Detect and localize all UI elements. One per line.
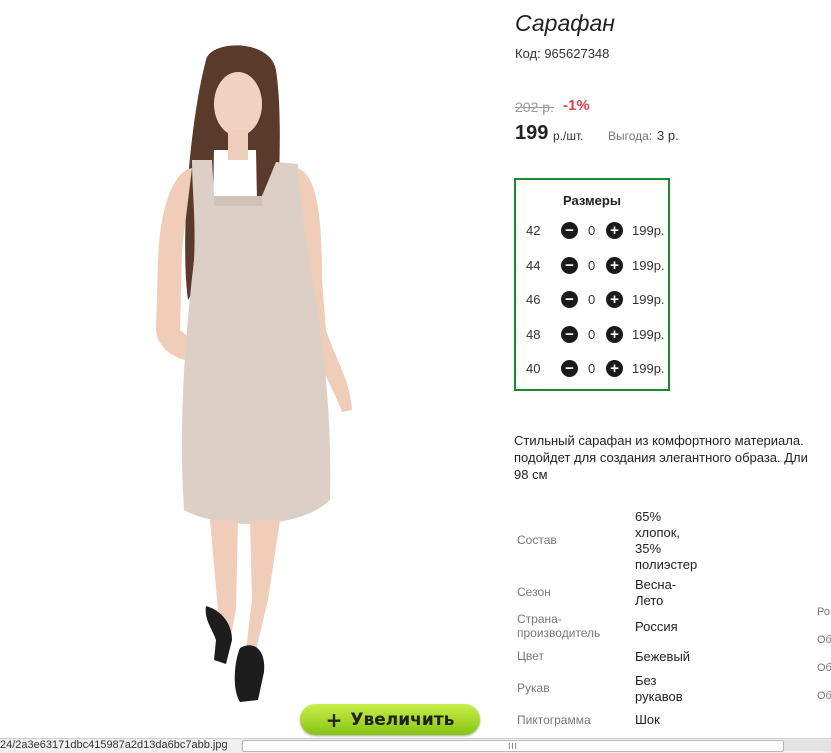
spec-value-country: Россия — [635, 619, 678, 634]
clipped-text-fragment: Об — [817, 690, 831, 702]
increase-quantity-button[interactable]: + — [606, 291, 623, 308]
decrease-quantity-button[interactable]: − — [561, 291, 578, 308]
scrollbar-thumb[interactable]: III — [242, 740, 784, 752]
zoom-button[interactable]: + Увеличить — [300, 704, 480, 735]
size-price: 199р. — [632, 258, 665, 273]
spec-label-season: Сезон — [517, 585, 551, 599]
quantity-value: 0 — [588, 361, 596, 376]
product-description: Стильный сарафан из комфортного материал… — [514, 432, 831, 483]
spec-value-color: Бежевый — [635, 649, 691, 664]
sizes-title: Размеры — [563, 193, 621, 208]
clipped-text-fragment: Об — [817, 662, 831, 674]
profit-value: 3 р. — [657, 128, 679, 143]
price-unit: р./шт. — [553, 129, 584, 143]
model-in-dress-image — [0, 0, 498, 738]
zoom-button-label: Увеличить — [350, 709, 455, 730]
status-url: 24/2a3e63171dbc415987a2d13da6bc7abb.jpg — [0, 739, 228, 751]
spec-label-country: Страна-производитель — [517, 612, 601, 640]
spec-label-sleeve: Рукав — [517, 681, 550, 695]
spec-value-season: Весна- Лето — [635, 577, 677, 608]
product-title: Сарафан — [515, 10, 615, 36]
scroll-grip-icon: III — [508, 741, 518, 751]
increase-quantity-button[interactable]: + — [606, 257, 623, 274]
size-price: 199р. — [632, 292, 665, 307]
quantity-value: 0 — [588, 258, 596, 273]
old-price: 202 р. — [515, 99, 554, 115]
decrease-quantity-button[interactable]: − — [561, 257, 578, 274]
spec-value-pictogram: Шок — [635, 712, 660, 727]
spec-label-color: Цвет — [517, 649, 544, 663]
size-label: 48 — [526, 327, 541, 342]
increase-quantity-button[interactable]: + — [606, 222, 623, 239]
description-line: 98 см — [514, 467, 548, 482]
quantity-value: 0 — [588, 223, 596, 238]
decrease-quantity-button[interactable]: − — [561, 222, 578, 239]
size-label: 44 — [526, 258, 541, 273]
increase-quantity-button[interactable]: + — [606, 360, 623, 377]
spec-value-composition: 65% хлопок, 35% полиэстер — [635, 509, 698, 572]
size-label: 46 — [526, 292, 541, 307]
clipped-text-fragment: Об — [817, 634, 831, 646]
quantity-value: 0 — [588, 327, 596, 342]
size-label: 40 — [526, 361, 541, 376]
size-price: 199р. — [632, 223, 665, 238]
sizes-box: Размеры 42 − 0 + 199р. 44 − 0 + 199р. 46… — [514, 178, 670, 391]
quantity-value: 0 — [588, 292, 596, 307]
spec-label-pictogram: Пиктограмма — [517, 713, 591, 727]
decrease-quantity-button[interactable]: − — [561, 360, 578, 377]
clipped-text-fragment: Ро — [817, 606, 830, 618]
size-price: 199р. — [632, 361, 665, 376]
spec-value-sleeve: Без рукавов — [635, 673, 683, 704]
product-code: Код: 965627348 — [515, 46, 610, 61]
size-price: 199р. — [632, 327, 665, 342]
plus-icon: + — [325, 707, 343, 732]
product-photo[interactable] — [0, 0, 498, 738]
decrease-quantity-button[interactable]: − — [561, 326, 578, 343]
discount-badge: -1% — [563, 97, 590, 114]
spec-label-composition: Состав — [517, 533, 557, 547]
size-label: 42 — [526, 223, 541, 238]
description-line: Стильный сарафан из комфортного материал… — [514, 433, 804, 448]
profit-label: Выгода: — [608, 129, 653, 143]
description-line: подойдет для создания элегантного образа… — [514, 450, 808, 465]
status-bar: 24/2a3e63171dbc415987a2d13da6bc7abb.jpg … — [0, 738, 831, 753]
increase-quantity-button[interactable]: + — [606, 326, 623, 343]
price: 199 — [515, 122, 549, 144]
